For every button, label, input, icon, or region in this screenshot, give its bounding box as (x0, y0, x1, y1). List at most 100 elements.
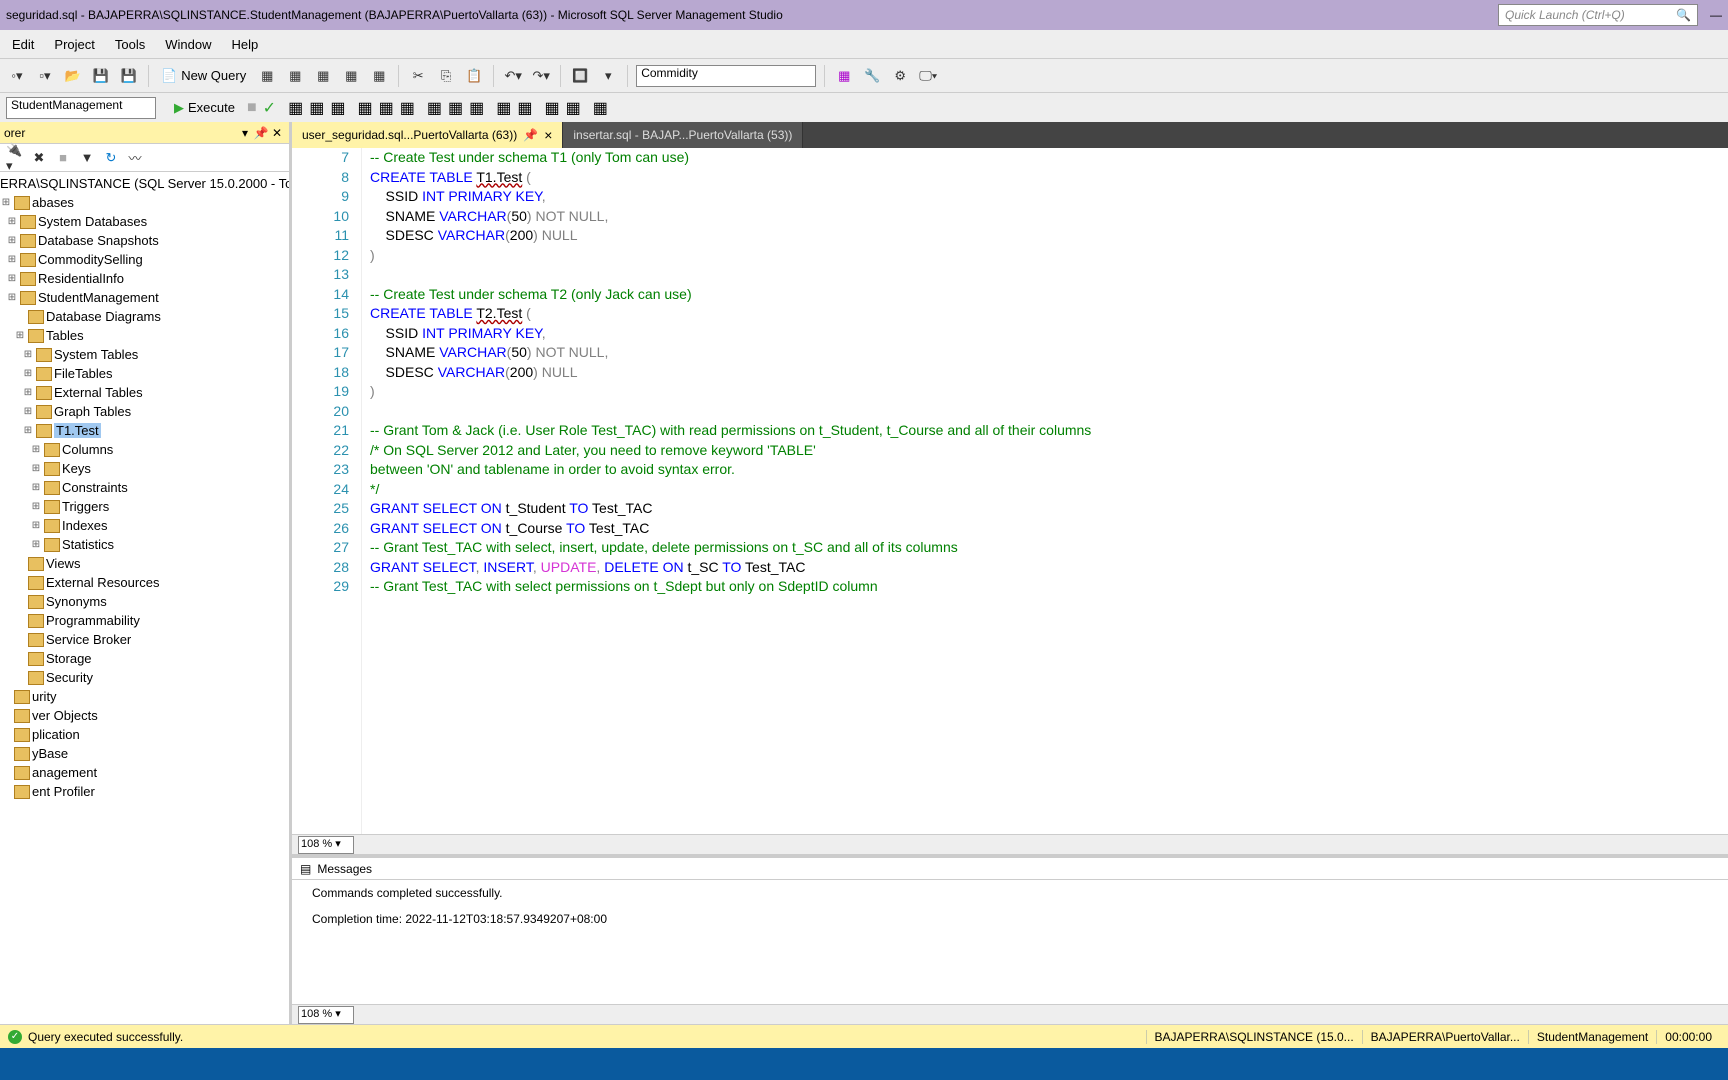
outdent-icon[interactable]: ▦ (566, 98, 581, 118)
expand-icon[interactable]: ⊞ (6, 254, 18, 265)
editor-tab[interactable]: insertar.sql - BAJAP...PuertoVallarta (5… (563, 122, 803, 148)
drop-icon[interactable]: ▾ (597, 65, 619, 87)
disconnect-icon[interactable]: ✖ (30, 149, 48, 167)
new-query-button[interactable]: 📄 New Query (157, 68, 250, 84)
expand-icon[interactable]: ⊞ (22, 349, 34, 360)
expand-icon[interactable]: ⊞ (30, 501, 42, 512)
indent-icon[interactable]: ▦ (544, 98, 559, 118)
expand-icon[interactable]: ⊞ (6, 273, 18, 284)
xe5-icon[interactable]: ▦ (368, 65, 390, 87)
redo-icon[interactable]: ↷▾ (530, 65, 552, 87)
connect-icon[interactable]: 🔌▾ (6, 149, 24, 167)
menu-help[interactable]: Help (231, 37, 258, 52)
tree-item[interactable]: ⊞Tables (0, 326, 289, 345)
expand-icon[interactable]: ⊞ (22, 368, 34, 379)
expand-icon[interactable]: ⊞ (30, 444, 42, 455)
tree-item[interactable]: ⊞Indexes (0, 516, 289, 535)
tree-item[interactable]: ⊞System Databases (0, 212, 289, 231)
tree-item[interactable]: ⊞System Tables (0, 345, 289, 364)
editor-tab[interactable]: user_seguridad.sql...PuertoVallarta (63)… (292, 122, 563, 148)
expand-icon[interactable]: ⊞ (30, 463, 42, 474)
menu-edit[interactable]: Edit (12, 37, 34, 52)
undo-icon[interactable]: ↶▾ (502, 65, 524, 87)
xe3-icon[interactable]: ▦ (312, 65, 334, 87)
open-icon[interactable]: 📂 (62, 65, 84, 87)
database-dropdown[interactable]: Commidity (636, 65, 816, 87)
plan-icon[interactable]: ▦ (288, 98, 303, 118)
close-tab-icon[interactable]: × (544, 127, 552, 143)
plan2-icon[interactable]: ▦ (309, 98, 324, 118)
menu-tools[interactable]: Tools (115, 37, 145, 52)
tree-item[interactable]: urity (0, 687, 289, 706)
gear-icon[interactable]: ⚙ (889, 65, 911, 87)
stop2-icon[interactable]: ■ (54, 149, 72, 167)
expand-icon[interactable]: ⊞ (22, 406, 34, 417)
tree-item[interactable]: ⊞Statistics (0, 535, 289, 554)
quick-launch-input[interactable]: Quick Launch (Ctrl+Q) 🔍 (1498, 4, 1698, 26)
opt1-icon[interactable]: ▦ (357, 98, 372, 118)
zoom-dropdown[interactable]: 108 % ▾ (298, 836, 354, 854)
execute-button[interactable]: ▶ Execute (168, 100, 241, 116)
tree-item[interactable]: External Resources (0, 573, 289, 592)
tree-item[interactable]: ent Profiler (0, 782, 289, 801)
tree-item[interactable]: ver Objects (0, 706, 289, 725)
tree-item[interactable]: ⊞Constraints (0, 478, 289, 497)
xe2-icon[interactable]: ▦ (284, 65, 306, 87)
plan3-icon[interactable]: ▦ (330, 98, 345, 118)
tree-item[interactable]: ⊞ResidentialInfo (0, 269, 289, 288)
minimize-button[interactable]: — (1710, 8, 1722, 22)
close-icon[interactable]: ✕ (269, 126, 285, 140)
current-db-dropdown[interactable]: StudentManagement (6, 97, 156, 119)
save-all-icon[interactable]: 💾 (118, 65, 140, 87)
opt3-icon[interactable]: ▦ (400, 98, 415, 118)
display-icon[interactable]: 🖵▾ (917, 65, 939, 87)
comment-icon[interactable]: ▦ (496, 98, 511, 118)
tree-item[interactable]: ⊞Keys (0, 459, 289, 478)
zoom-dropdown-2[interactable]: 108 % ▾ (298, 1006, 354, 1024)
expand-icon[interactable]: ⊞ (30, 539, 42, 550)
expand-icon[interactable]: ⊞ (6, 292, 18, 303)
results-file-icon[interactable]: ▦ (469, 98, 484, 118)
opt2-icon[interactable]: ▦ (379, 98, 394, 118)
expand-icon[interactable]: ⊞ (30, 520, 42, 531)
tree-item[interactable]: Synonyms (0, 592, 289, 611)
specify-icon[interactable]: ▦ (593, 98, 608, 118)
expand-icon[interactable]: ⊞ (30, 482, 42, 493)
xe-icon[interactable]: ▦ (256, 65, 278, 87)
results-text-icon[interactable]: ▦ (448, 98, 463, 118)
tree-item[interactable]: Service Broker (0, 630, 289, 649)
tree-item[interactable]: Programmability (0, 611, 289, 630)
new-item-icon[interactable]: ▫▾ (34, 65, 56, 87)
parse-icon[interactable]: ✓ (263, 98, 276, 118)
tree-item[interactable]: Database Diagrams (0, 307, 289, 326)
expand-icon[interactable]: ⊞ (6, 216, 18, 227)
wrench-icon[interactable]: 🔧 (861, 65, 883, 87)
find-icon[interactable]: 🔲 (569, 65, 591, 87)
expand-icon[interactable]: ⊞ (22, 425, 34, 436)
tree-server[interactable]: ERRA\SQLINSTANCE (SQL Server 15.0.2000 -… (0, 174, 289, 193)
menu-project[interactable]: Project (54, 37, 94, 52)
tree-item[interactable]: ⊞T1.Test (0, 421, 289, 440)
pin-tab-icon[interactable]: 📌 (523, 128, 538, 142)
stop-icon[interactable]: ■ (247, 99, 257, 117)
code-content[interactable]: -- Create Test under schema T1 (only Tom… (362, 148, 1728, 834)
tree-item[interactable]: ⊞Database Snapshots (0, 231, 289, 250)
activity2-icon[interactable]: 〰 (126, 149, 144, 167)
expand-icon[interactable]: ⊞ (6, 235, 18, 246)
refresh-icon[interactable]: ↻ (102, 149, 120, 167)
tree-item[interactable]: ⊞Graph Tables (0, 402, 289, 421)
expand-icon[interactable]: ⊞ (22, 387, 34, 398)
menu-window[interactable]: Window (165, 37, 211, 52)
tree-item[interactable]: ⊞Columns (0, 440, 289, 459)
save-icon[interactable]: 💾 (90, 65, 112, 87)
copy-icon[interactable]: ⎘ (435, 65, 457, 87)
dropdown-icon[interactable]: ▾ (237, 126, 253, 140)
code-editor[interactable]: 7891011121314151617181920212223242526272… (292, 148, 1728, 834)
tree-item[interactable]: ⊞FileTables (0, 364, 289, 383)
tree-item[interactable]: yBase (0, 744, 289, 763)
tree-item[interactable]: anagement (0, 763, 289, 782)
filter-icon[interactable]: ▼ (78, 149, 96, 167)
tree-item[interactable]: ⊞Triggers (0, 497, 289, 516)
tree-item[interactable]: ⊞External Tables (0, 383, 289, 402)
results-grid-icon[interactable]: ▦ (427, 98, 442, 118)
